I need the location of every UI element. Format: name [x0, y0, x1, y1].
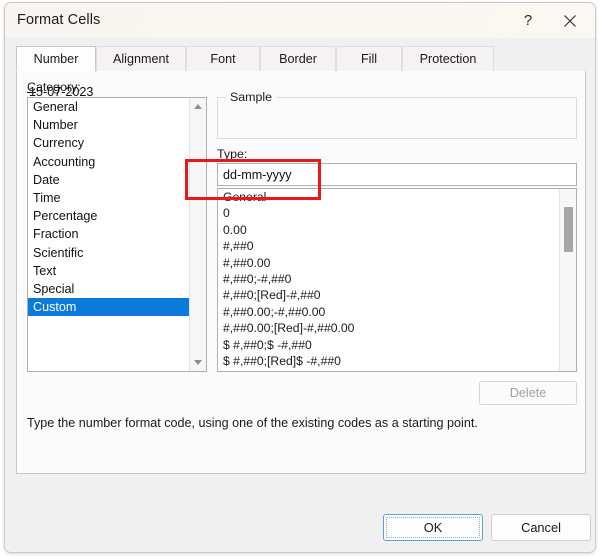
category-item[interactable]: Fraction [28, 225, 206, 243]
format-code-item[interactable]: 0.00 [218, 222, 576, 238]
format-code-item[interactable]: #,##0.00 [218, 255, 576, 271]
format-list-scrollbar[interactable] [559, 189, 576, 371]
tab-fill[interactable]: Fill [336, 46, 402, 72]
format-code-listbox[interactable]: General 0 0.00 #,##0 #,##0.00 #,##0;-#,##0 #,#… [217, 188, 577, 372]
delete-button[interactable]: Delete [479, 381, 577, 405]
sample-group: Sample [217, 90, 577, 139]
format-code-items: General 0 0.00 #,##0 #,##0.00 #,##0;-#,##0 #,#… [218, 189, 576, 371]
format-code-item[interactable]: #,##0 [218, 238, 576, 254]
type-input[interactable] [217, 163, 577, 186]
category-item[interactable]: Percentage [28, 207, 206, 225]
cancel-button[interactable]: Cancel [491, 514, 591, 541]
category-scrollbar[interactable] [189, 98, 206, 371]
title-bar: Format Cells ? [5, 3, 595, 39]
window-title: Format Cells [17, 12, 101, 28]
format-code-item[interactable]: 0 [218, 205, 576, 221]
format-code-item[interactable]: $ #,##0.00;$ -#,##0.00 [218, 369, 576, 371]
category-item[interactable]: Text [28, 262, 206, 280]
category-item[interactable]: Custom [28, 298, 206, 317]
sample-legend: Sample [226, 90, 277, 104]
hint-text: Type the number format code, using one o… [27, 416, 478, 430]
number-tab-panel: Category: General Number Currency Accountin… [16, 71, 586, 474]
category-item[interactable]: Date [28, 171, 206, 189]
ok-button[interactable]: OK [383, 514, 483, 541]
tab-strip: Number Alignment Font Border Fill Protec… [16, 46, 584, 72]
category-item[interactable]: Scientific [28, 244, 206, 262]
format-cells-dialog: Format Cells ? Number Alignment Font Bor… [4, 2, 596, 553]
category-item[interactable]: General [28, 98, 206, 116]
category-listbox[interactable]: General Number Currency Accounting Date Time P… [27, 97, 207, 372]
tab-alignment[interactable]: Alignment [96, 46, 186, 72]
format-code-item[interactable]: General [218, 189, 576, 205]
format-code-item[interactable]: #,##0;[Red]-#,##0 [218, 287, 576, 303]
tab-font[interactable]: Font [186, 46, 260, 72]
format-code-item[interactable]: #,##0.00;[Red]-#,##0.00 [218, 320, 576, 336]
category-item[interactable]: Accounting [28, 153, 206, 171]
format-code-item[interactable]: #,##0.00;-#,##0.00 [218, 304, 576, 320]
format-code-item[interactable]: $ #,##0;[Red]$ -#,##0 [218, 353, 576, 369]
category-item[interactable]: Number [28, 116, 206, 134]
tab-border[interactable]: Border [260, 46, 336, 72]
format-code-item[interactable]: $ #,##0;$ -#,##0 [218, 337, 576, 353]
triangle-down-icon[interactable] [190, 354, 206, 371]
category-items: General Number Currency Accounting Date Time P… [28, 98, 206, 317]
sample-value: 15-07-2023 [29, 85, 94, 99]
close-icon[interactable] [549, 3, 591, 38]
scrollbar-thumb[interactable] [563, 207, 573, 252]
category-item[interactable]: Currency [28, 134, 206, 152]
tab-protection[interactable]: Protection [402, 46, 494, 72]
format-code-item[interactable]: #,##0;-#,##0 [218, 271, 576, 287]
triangle-up-icon[interactable] [190, 98, 206, 115]
type-label: Type: [217, 147, 248, 161]
category-item[interactable]: Special [28, 280, 206, 298]
help-icon[interactable]: ? [507, 3, 549, 38]
tab-number[interactable]: Number [16, 46, 96, 72]
category-item[interactable]: Time [28, 189, 206, 207]
